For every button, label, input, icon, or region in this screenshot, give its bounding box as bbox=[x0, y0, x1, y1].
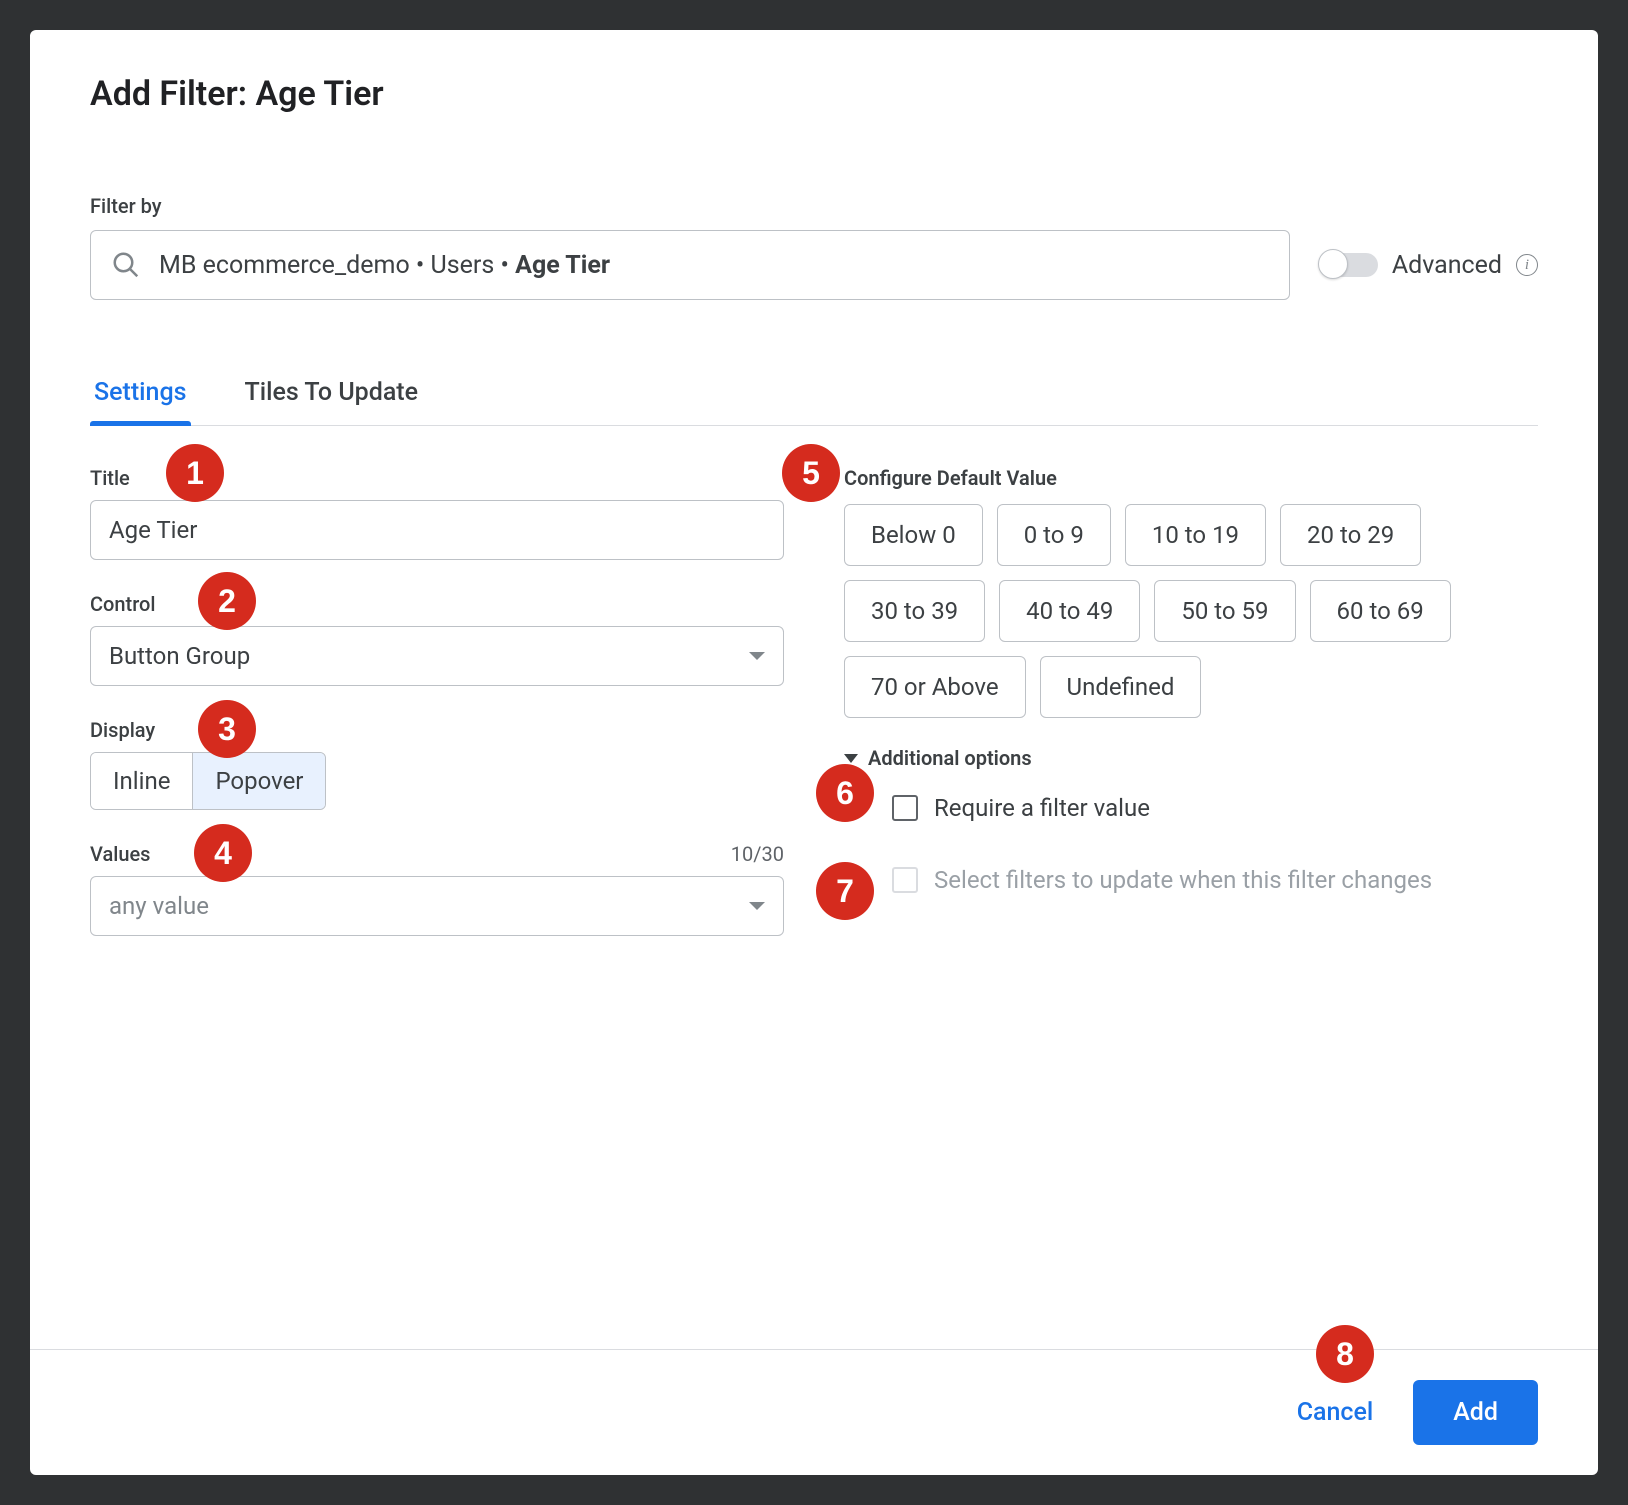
default-value-chip[interactable]: Undefined bbox=[1040, 656, 1202, 718]
display-label: Display bbox=[90, 718, 784, 742]
callout-3: 3 bbox=[198, 700, 256, 758]
filter-search-input[interactable]: MB ecommerce_demo • Users • Age Tier bbox=[90, 230, 1290, 300]
filter-by-section: Filter by MB ecommerce_demo • Users • Ag… bbox=[30, 134, 1598, 968]
require-filter-label: Require a filter value bbox=[934, 794, 1150, 822]
callout-5: 5 bbox=[782, 444, 840, 502]
chevron-down-icon bbox=[749, 652, 765, 660]
settings-body: 1 Title Age Tier 2 Control Button Group … bbox=[90, 426, 1538, 968]
control-select[interactable]: Button Group bbox=[90, 626, 784, 686]
search-icon bbox=[111, 250, 141, 280]
left-column: 1 Title Age Tier 2 Control Button Group … bbox=[90, 466, 784, 968]
callout-4: 4 bbox=[194, 824, 252, 882]
dialog-title: Add Filter: Age Tier bbox=[30, 30, 1598, 134]
values-select[interactable]: any value bbox=[90, 876, 784, 936]
advanced-toggle-wrap: Advanced i bbox=[1320, 251, 1538, 280]
display-segment-group: Inline Popover bbox=[90, 752, 326, 810]
callout-1: 1 bbox=[166, 444, 224, 502]
display-inline[interactable]: Inline bbox=[91, 753, 192, 809]
title-value: Age Tier bbox=[109, 516, 197, 544]
filter-by-row: MB ecommerce_demo • Users • Age Tier Adv… bbox=[90, 230, 1538, 300]
tabs: Settings Tiles To Update bbox=[90, 360, 1538, 426]
cancel-button[interactable]: Cancel bbox=[1287, 1386, 1384, 1439]
default-value-chip[interactable]: 60 to 69 bbox=[1310, 580, 1451, 642]
control-label: Control bbox=[90, 592, 784, 616]
chevron-down-icon bbox=[844, 754, 858, 763]
select-filters-row: Select filters to update when this filte… bbox=[892, 866, 1538, 894]
select-filters-label: Select filters to update when this filte… bbox=[934, 866, 1432, 894]
values-value: any value bbox=[109, 892, 209, 920]
callout-6: 6 bbox=[816, 764, 874, 822]
default-value-chip[interactable]: 0 to 9 bbox=[997, 504, 1111, 566]
default-value-chip[interactable]: 40 to 49 bbox=[999, 580, 1140, 642]
default-value-chip[interactable]: 50 to 59 bbox=[1154, 580, 1295, 642]
default-value-chip[interactable]: 20 to 29 bbox=[1280, 504, 1421, 566]
default-value-chip[interactable]: 10 to 19 bbox=[1125, 504, 1266, 566]
chevron-down-icon bbox=[749, 902, 765, 910]
tab-settings[interactable]: Settings bbox=[90, 360, 191, 425]
dialog-footer: 8 Cancel Add bbox=[30, 1349, 1598, 1475]
default-value-chip[interactable]: 70 or Above bbox=[844, 656, 1026, 718]
configure-default-label: Configure Default Value bbox=[844, 466, 1538, 490]
advanced-toggle[interactable] bbox=[1320, 253, 1378, 277]
require-filter-value-row: Require a filter value bbox=[892, 794, 1538, 822]
toggle-knob bbox=[1318, 249, 1348, 279]
callout-8: 8 bbox=[1316, 1325, 1374, 1383]
select-filters-checkbox bbox=[892, 867, 918, 893]
control-value: Button Group bbox=[109, 642, 250, 670]
tab-tiles-to-update[interactable]: Tiles To Update bbox=[241, 360, 423, 425]
filter-by-label: Filter by bbox=[90, 194, 1538, 218]
info-icon[interactable]: i bbox=[1516, 254, 1538, 276]
default-value-chip[interactable]: Below 0 bbox=[844, 504, 983, 566]
title-input[interactable]: Age Tier bbox=[90, 500, 784, 560]
additional-options-header[interactable]: Additional options bbox=[844, 746, 1538, 770]
callout-7: 7 bbox=[816, 862, 874, 920]
add-button[interactable]: Add bbox=[1413, 1380, 1538, 1445]
callout-2: 2 bbox=[198, 572, 256, 630]
add-filter-dialog: Add Filter: Age Tier Filter by MB ecomme… bbox=[30, 30, 1598, 1475]
filter-search-value: MB ecommerce_demo • Users • Age Tier bbox=[159, 251, 610, 280]
advanced-label: Advanced bbox=[1392, 251, 1502, 280]
require-filter-checkbox[interactable] bbox=[892, 795, 918, 821]
default-value-chip[interactable]: 30 to 39 bbox=[844, 580, 985, 642]
default-value-chips: Below 00 to 910 to 1920 to 29 30 to 3940 … bbox=[844, 504, 1538, 718]
right-column: 5 Configure Default Value Below 00 to 91… bbox=[844, 466, 1538, 968]
display-popover[interactable]: Popover bbox=[192, 753, 325, 809]
values-counter: 10/30 bbox=[731, 842, 784, 866]
